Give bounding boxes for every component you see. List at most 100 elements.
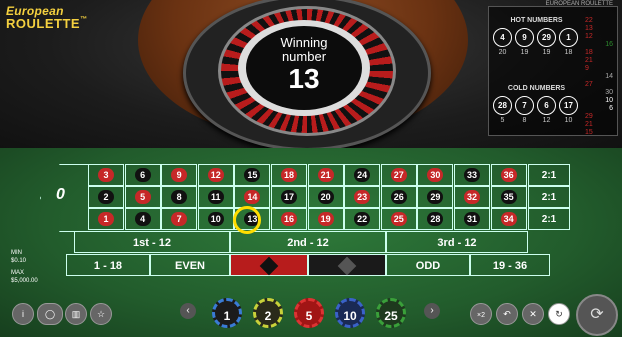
dozen-2-bet[interactable]: 2nd - 12: [230, 231, 386, 253]
chip-5[interactable]: 5: [294, 298, 324, 328]
favourites-button[interactable]: ☆: [90, 303, 112, 325]
number-bet-18[interactable]: 18: [271, 164, 307, 186]
undo-button[interactable]: ↶: [496, 303, 518, 325]
statistics-icon: ▥: [71, 309, 81, 319]
black-diamond-icon: [337, 256, 357, 276]
number-bet-29[interactable]: 29: [417, 186, 454, 208]
chip-10[interactable]: 10: [335, 298, 365, 328]
number-bet-23[interactable]: 23: [344, 186, 381, 208]
number-label: 8: [171, 190, 188, 204]
number-bet-12[interactable]: 12: [197, 164, 234, 186]
max-value: $5,000.00: [11, 278, 38, 284]
cold-number-count: 12: [542, 117, 551, 124]
number-bet-6[interactable]: 6: [124, 164, 161, 186]
column-bet-2[interactable]: 2:1: [528, 186, 570, 208]
number-bet-26[interactable]: 26: [380, 186, 417, 208]
black-bet[interactable]: [308, 254, 386, 276]
even-bet[interactable]: EVEN: [150, 254, 230, 276]
winning-number-highlight: [233, 206, 261, 234]
number-bet-1[interactable]: 1: [88, 208, 124, 230]
number-label: 3: [98, 168, 114, 182]
statistics-panel: EUROPEAN ROULETTE HOT NUMBERS 4 20 9 19 29 19…: [488, 1, 618, 136]
column-bet-3[interactable]: 2:1: [528, 208, 570, 230]
number-bet-33[interactable]: 33: [454, 164, 490, 186]
high-bet[interactable]: 19 - 36: [470, 254, 550, 276]
number-label: 23: [354, 190, 371, 204]
number-bet-14[interactable]: 14: [234, 186, 271, 208]
number-bet-25[interactable]: 25: [380, 208, 417, 230]
number-bet-16[interactable]: 16: [271, 208, 307, 230]
odd-bet[interactable]: ODD: [386, 254, 470, 276]
clear-button[interactable]: ✕: [522, 303, 544, 325]
number-label: 29: [427, 190, 444, 204]
number-bet-36[interactable]: 36: [490, 164, 527, 186]
number-bet-35[interactable]: 35: [490, 186, 527, 208]
number-bet-20[interactable]: 20: [307, 186, 344, 208]
winning-label-1: Winning: [280, 35, 328, 50]
racetrack-button[interactable]: ◯: [37, 303, 63, 325]
number-bet-5[interactable]: 5: [124, 186, 161, 208]
number-bet-34[interactable]: 34: [490, 208, 527, 230]
number-bet-7[interactable]: 7: [161, 208, 198, 230]
number-bet-15[interactable]: 15: [234, 164, 271, 186]
dozen-3-bet[interactable]: 3rd - 12: [386, 231, 528, 253]
history-entry: 6: [609, 105, 613, 112]
number-label: 25: [390, 212, 407, 226]
number-bet-10[interactable]: 10: [197, 208, 234, 230]
number-label: 31: [464, 212, 480, 226]
number-bet-32[interactable]: 32: [454, 186, 490, 208]
number-bet-11[interactable]: 11: [197, 186, 234, 208]
chips-next-button[interactable]: ›: [424, 303, 440, 319]
number-bet-31[interactable]: 31: [454, 208, 490, 230]
column-bet-1[interactable]: 2:1: [528, 164, 570, 186]
number-label: 26: [390, 190, 407, 204]
number-bet-3[interactable]: 3: [88, 164, 124, 186]
cold-number-count: 8: [522, 117, 527, 124]
rebet-button[interactable]: ↻: [548, 303, 570, 325]
statistics-button[interactable]: ▥: [65, 303, 87, 325]
number-bet-21[interactable]: 21: [307, 164, 344, 186]
number-label: 6: [134, 168, 151, 182]
number-label: 2: [98, 190, 114, 204]
number-bet-8[interactable]: 8: [161, 186, 198, 208]
red-diamond-icon: [259, 256, 279, 276]
number-label: 32: [464, 190, 480, 204]
dozen-1-bet[interactable]: 1st - 12: [74, 231, 230, 253]
number-bet-2[interactable]: 2: [88, 186, 124, 208]
number-label: 28: [427, 212, 444, 226]
number-bet-19[interactable]: 19: [307, 208, 344, 230]
hot-number-9: 9 19: [515, 28, 534, 56]
chip-value: 1: [223, 309, 231, 323]
number-bet-17[interactable]: 17: [271, 186, 307, 208]
spin-button[interactable]: ⟳: [576, 294, 618, 336]
number-bet-27[interactable]: 27: [380, 164, 417, 186]
number-bet-24[interactable]: 24: [344, 164, 381, 186]
double-button[interactable]: ×2: [470, 303, 492, 325]
low-bet[interactable]: 1 - 18: [66, 254, 150, 276]
number-grid: 3 6 9 12 15 18 21 24 27 30 33 36 2 5 8 11 14 17 20 23 26 29 32…: [88, 164, 528, 230]
bet-limits: MIN $0.10 MAX $5,000.00: [11, 249, 38, 285]
number-bet-30[interactable]: 30: [417, 164, 454, 186]
chip-25[interactable]: 25: [376, 298, 406, 328]
number-bet-28[interactable]: 28: [417, 208, 454, 230]
chip-value: 2: [264, 309, 272, 323]
number-bet-9[interactable]: 9: [161, 164, 198, 186]
number-bet-22[interactable]: 22: [344, 208, 381, 230]
hot-number-value: 29: [537, 28, 556, 47]
red-bet[interactable]: [230, 254, 308, 276]
history-entry: 9: [585, 65, 589, 72]
info-button[interactable]: i: [12, 303, 34, 325]
hot-number-count: 18: [564, 49, 573, 56]
chip-1[interactable]: 1: [212, 298, 242, 328]
game-logo: European ROULETTE™: [6, 4, 88, 31]
chips-prev-button[interactable]: ‹: [180, 303, 196, 319]
history-entry: 10: [605, 97, 613, 104]
double-icon: ×2: [477, 312, 485, 319]
chip-2[interactable]: 2: [253, 298, 283, 328]
hot-number-value: 4: [493, 28, 512, 47]
number-bet-4[interactable]: 4: [124, 208, 161, 230]
cold-number-value: 7: [515, 96, 534, 115]
min-value: $0.10: [11, 258, 27, 264]
number-label: 33: [464, 168, 480, 182]
hot-number-value: 9: [515, 28, 534, 47]
